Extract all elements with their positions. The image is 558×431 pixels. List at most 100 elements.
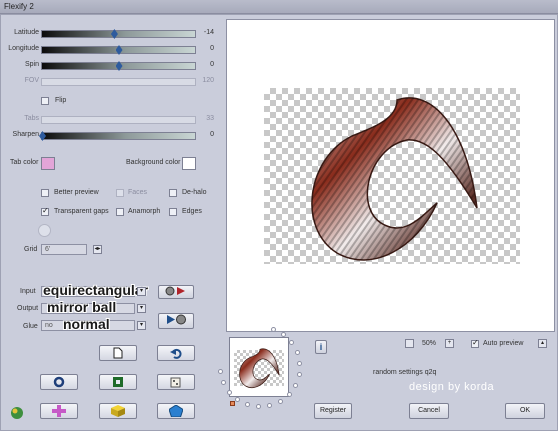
auto-preview-button[interactable]: ▴ (538, 339, 547, 348)
navigator-dot[interactable] (217, 369, 223, 375)
watermark-text: design by korda (409, 381, 495, 393)
longitude-label: Longitude (8, 45, 39, 52)
de-halo-checkbox[interactable] (169, 189, 177, 197)
latitude-label: Latitude (14, 29, 39, 36)
play-settings-icon (167, 314, 186, 325)
sharpen-slider[interactable] (39, 131, 196, 141)
better-preview-checkbox[interactable] (41, 189, 49, 197)
latitude-slider-thumb[interactable] (110, 29, 118, 39)
output-value: mirror ball (47, 299, 117, 315)
background-color-label: Background color (126, 159, 181, 166)
navigator-dot[interactable] (226, 389, 232, 395)
random-button[interactable] (157, 374, 195, 390)
input-value: equirectangular (43, 282, 149, 298)
navigator-dot[interactable] (289, 340, 295, 346)
faces-checkbox[interactable] (116, 189, 124, 197)
new-button[interactable] (99, 345, 137, 361)
transparent-gaps-label: Transparent gaps (54, 208, 109, 215)
navigator-dot[interactable] (220, 380, 226, 386)
latitude-value: -14 (203, 29, 214, 36)
disabled-radio (38, 224, 51, 237)
flip-checkbox[interactable] (41, 97, 49, 105)
dice-icon (170, 377, 181, 388)
ok-button[interactable]: OK (505, 403, 545, 419)
grid-label: Grid (24, 246, 38, 253)
cancel-button[interactable]: Cancel (409, 403, 449, 419)
navigator-dot[interactable] (244, 402, 250, 408)
edges-label: Edges (182, 208, 202, 215)
pentagon-button[interactable] (157, 403, 195, 419)
plus-button[interactable] (40, 403, 78, 419)
tabs-value: 33 (206, 115, 214, 122)
preview-panel[interactable] (226, 19, 555, 332)
longitude-value: 0 (210, 45, 214, 52)
undo-icon (170, 348, 182, 359)
anamorph-checkbox[interactable] (116, 208, 124, 216)
sharpen-label: Sharpen (12, 131, 39, 138)
faces-label: Faces (128, 189, 148, 196)
glue-dropdown-button[interactable]: ▾ (137, 321, 146, 330)
anamorph-label: Anamorph (128, 208, 161, 215)
output-label: Output (17, 305, 39, 312)
navigator-marker (230, 401, 235, 406)
input-dropdown-button[interactable]: ▾ (137, 287, 146, 296)
tab-color-swatch[interactable] (41, 157, 55, 170)
fov-value: 120 (202, 77, 214, 84)
spin-value: 0 (210, 61, 214, 68)
plugin-logo-icon (10, 406, 24, 422)
glue-value: normal (63, 316, 110, 332)
latitude-slider[interactable] (41, 29, 196, 39)
frame-button[interactable] (99, 374, 137, 390)
longitude-slider[interactable] (41, 45, 196, 55)
ring-icon (53, 376, 65, 388)
longitude-slider-thumb[interactable] (115, 45, 123, 55)
better-preview-label: Better preview (54, 189, 99, 196)
plus-icon (52, 405, 66, 417)
auto-preview-label: Auto preview (483, 340, 524, 347)
navigator-dot[interactable] (286, 392, 292, 397)
spin-slider[interactable] (41, 61, 196, 71)
cube-icon (111, 405, 125, 417)
fov-slider (41, 78, 196, 86)
zoom-value: 50% (422, 340, 437, 347)
output-dropdown-button[interactable]: ▾ (137, 304, 146, 313)
edges-checkbox[interactable] (169, 208, 177, 216)
register-button[interactable]: Register (314, 403, 352, 419)
navigator-dot[interactable] (297, 360, 303, 366)
navigator-dot[interactable] (293, 382, 299, 388)
output-swap-button[interactable] (158, 313, 194, 329)
navigator-dot[interactable] (296, 372, 302, 378)
grid-field[interactable]: 6' (41, 244, 87, 255)
background-color-swatch[interactable] (182, 157, 196, 170)
flip-label: Flip (55, 97, 67, 104)
fov-label: FOV (24, 77, 39, 84)
navigator-dot[interactable] (234, 397, 240, 403)
cube-button[interactable] (99, 403, 137, 419)
window-title: Flexify 2 (4, 2, 34, 11)
pentagon-icon (169, 405, 183, 417)
grid-button[interactable]: ◂▸ (93, 245, 102, 254)
transparent-gaps-checkbox[interactable] (41, 206, 49, 216)
sharpen-value: 0 (210, 131, 214, 138)
navigator-dot[interactable] (294, 349, 300, 355)
sharpen-slider-thumb[interactable] (39, 131, 46, 141)
settings-play-icon (165, 286, 185, 296)
random-settings-text: random settings q2q (373, 369, 437, 376)
navigator-dot[interactable] (256, 404, 262, 410)
navigator-dot[interactable] (277, 399, 283, 405)
glue-label: Glue (23, 323, 38, 330)
input-label: Input (20, 288, 36, 295)
info-button[interactable]: i (315, 340, 327, 354)
tab-color-label: Tab color (10, 159, 39, 166)
page-icon (113, 347, 123, 359)
zoom-in-button[interactable]: + (445, 339, 454, 348)
navigator-thumbnail[interactable] (229, 337, 289, 397)
undo-button[interactable] (157, 345, 195, 361)
zoom-out-button[interactable] (405, 339, 414, 348)
ring-button[interactable] (40, 374, 78, 390)
spin-slider-thumb[interactable] (115, 61, 123, 71)
input-swap-button[interactable] (158, 285, 194, 299)
auto-preview-checkbox[interactable] (471, 338, 479, 348)
flexified-image-preview (311, 97, 478, 261)
navigator-dot[interactable] (267, 403, 273, 409)
